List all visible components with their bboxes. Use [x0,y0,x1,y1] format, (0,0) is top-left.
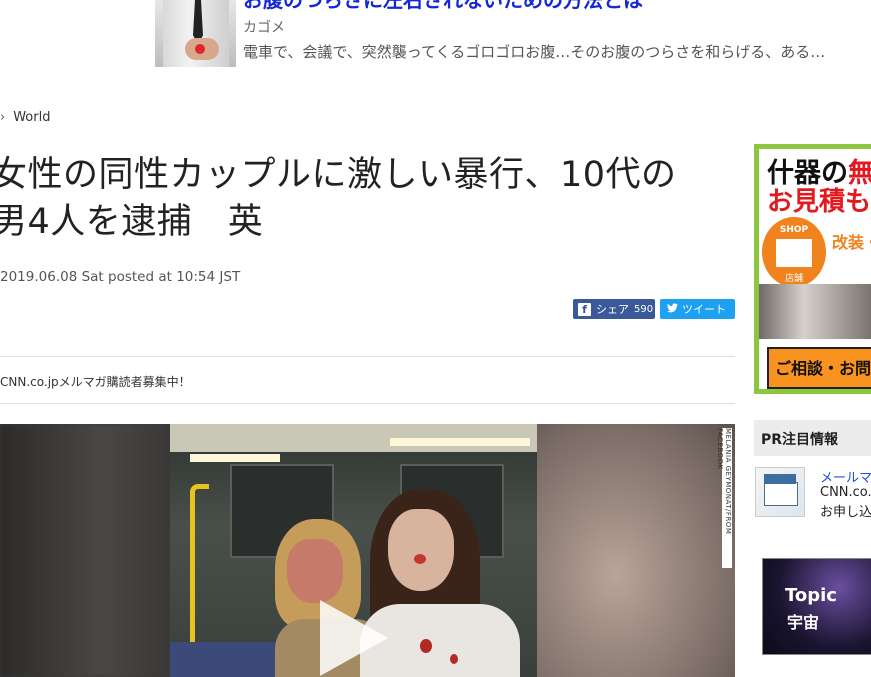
twitter-tweet-button[interactable]: ツイート [660,299,735,319]
store-photo [759,284,871,339]
topic-label: Topic [785,585,837,606]
pr-item-title[interactable]: メールマ [820,467,871,486]
sidebar-banner-ad[interactable]: 什器の無 お見積も SHOP 店舗 改装・ ご相談・お問 [754,144,871,394]
blood-mark [414,554,426,564]
divider-bottom [0,403,735,404]
facebook-icon: f [578,302,591,316]
blood-mark [450,654,458,664]
blurred-background-right [537,424,735,677]
ad-title[interactable]: お腹のつらさに左右されないための方法とは [243,0,643,12]
store-label: 店舗 [784,274,803,284]
pr-heading-label: PR注目情報 [761,432,839,448]
banner-cta-button[interactable]: ご相談・お問 [767,347,871,389]
facebook-share-label: シェア [596,303,629,316]
shop-label: SHOP [779,225,809,235]
breadcrumb-world[interactable]: World [13,110,50,125]
topic-space-banner[interactable]: Topic 宇宙 [762,558,871,655]
breadcrumb: › World [0,110,50,125]
pr-section-heading: PR注目情報 [754,420,871,456]
article-dateline: 2019.06.08 Sat posted at 10:54 JST [0,269,241,285]
face [287,539,343,603]
shop-badge-icon: SHOP 店舗 [762,217,826,287]
twitter-icon [667,302,678,316]
article-headline: 女性の同性カップルに激しい暴行、10代の 男4人を逮捕 英 [0,152,732,246]
envelope-icon [764,482,798,506]
bus-light [190,454,280,462]
pr-item-thumbnail[interactable] [755,467,805,517]
twitter-tweet-label: ツイート [682,303,726,316]
banner-kaiso: 改装・ [832,233,871,252]
face [388,509,454,591]
facebook-share-button[interactable]: f シェア 590 [573,299,655,319]
bus-light [390,438,530,446]
banner-inner: 什器の無 お見積も SHOP 店舗 改装・ ご相談・お問 [759,149,871,389]
sponsored-ad[interactable]: お腹のつらさに左右されないための方法とは カゴメ 電車で、会議で、突然襲ってくる… [155,0,871,68]
headline-line-1: 女性の同性カップルに激しい暴行、10代の [0,155,677,195]
photo-credit: MELANIA GEYMONAT/FROM FACEBOOK [716,428,732,568]
play-icon[interactable] [320,600,388,676]
chevron-right-icon: › [0,110,6,125]
envelope-flap [764,474,796,484]
divider-top [0,356,735,357]
newsletter-link[interactable]: CNN.co.jpメルマガ購読者募集中！ [0,373,191,390]
topic-name: 宇宙 [787,613,820,632]
storefront-icon [776,239,812,267]
blurred-background-left [0,424,170,677]
pr-item-text: CNN.co. [820,485,871,500]
ad-description[interactable]: 電車で、会議で、突然襲ってくるゴロゴロお腹…そのお腹のつらさを和らげる、ある… [243,41,825,62]
headline-line-2: 男4人を逮捕 英 [0,202,264,242]
banner-cta-label: ご相談・お問 [775,359,871,378]
ad-thumbnail[interactable] [155,0,236,67]
blood-mark [420,639,432,653]
bus-handrail [190,484,209,659]
ad-source: カゴメ [243,20,285,36]
banner-line-2: お見積も [767,187,871,217]
stomach-pain-mark [195,44,205,54]
facebook-share-count: 590 [634,303,654,315]
pr-item-text: お申し込 [820,505,871,520]
